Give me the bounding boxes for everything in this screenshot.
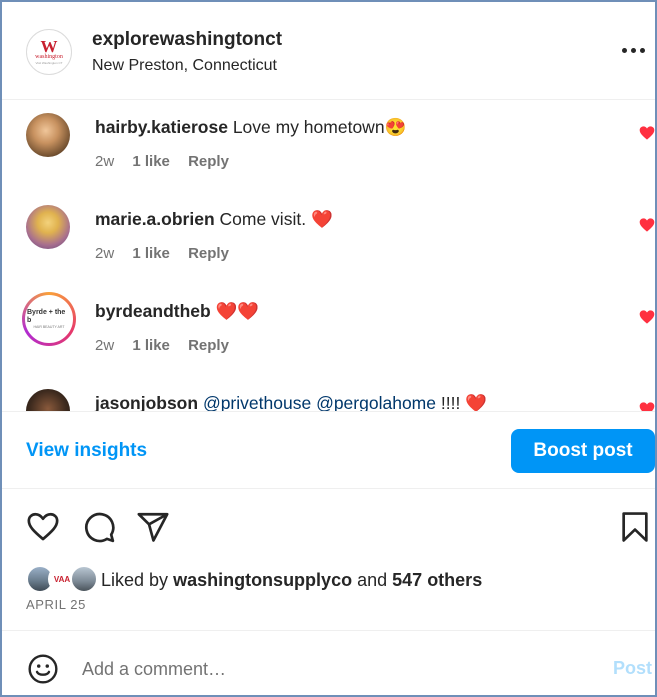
comment-mention[interactable]: @pergolahome — [316, 393, 436, 411]
avatar-logo: Byrde + the b HAIR BEAUTY ART — [25, 295, 73, 343]
liked-by-prefix: Liked by — [101, 570, 169, 590]
comment-meta: 2w 1 like Reply — [95, 245, 229, 262]
comment-text: jasonjobson @privethouse @pergolahome !!… — [95, 393, 487, 411]
comment-item: jasonjobson @privethouse @pergolahome !!… — [2, 377, 655, 411]
post-header: W washington Visit Washington CT explore… — [2, 2, 655, 100]
post-window: W washington Visit Washington CT explore… — [0, 0, 657, 697]
heart-icon[interactable] — [639, 310, 655, 324]
avatar-logo-line1: Byrde + the b — [27, 308, 66, 324]
avatar-text: VAA — [53, 574, 71, 584]
insights-bar: View insights Boost post — [2, 411, 655, 489]
comment-icon[interactable] — [82, 510, 116, 544]
reply-button[interactable]: Reply — [188, 337, 229, 354]
more-icon[interactable] — [622, 40, 648, 60]
avatar[interactable]: Byrde + the b HAIR BEAUTY ART — [22, 292, 76, 346]
comment-text: byrdeandtheb ❤️❤️ — [95, 301, 259, 322]
post-button[interactable]: Post — [613, 658, 652, 679]
heart-icon[interactable] — [639, 402, 655, 411]
comment-emoji: ❤️ — [310, 209, 333, 229]
comment-username[interactable]: marie.a.obrien — [95, 209, 215, 229]
liked-by-and: and — [357, 570, 388, 590]
comment-body: Love my hometown — [232, 117, 385, 137]
comment-item: marie.a.obrien Come visit. ❤️ 2w 1 like … — [2, 193, 655, 285]
comment-time: 2w — [95, 337, 115, 354]
reply-button[interactable]: Reply — [188, 153, 229, 170]
liked-by-others[interactable]: 547 others — [392, 570, 482, 590]
boost-post-button[interactable]: Boost post — [511, 429, 655, 473]
comment-username[interactable]: jasonjobson — [95, 393, 198, 411]
comment-text: marie.a.obrien Come visit. ❤️ — [95, 209, 333, 230]
comment-meta: 2w 1 like Reply — [95, 153, 229, 170]
comment-time: 2w — [95, 153, 115, 170]
comment-body: !!!! — [440, 393, 461, 411]
view-insights-link[interactable]: View insights — [26, 440, 147, 462]
avatar[interactable] — [26, 113, 70, 157]
comment-username[interactable]: byrdeandtheb — [95, 301, 211, 321]
reply-button[interactable]: Reply — [188, 245, 229, 262]
add-comment-bar: Post — [2, 630, 655, 695]
account-name[interactable]: explorewashingtonct — [92, 29, 282, 51]
comment-likes[interactable]: 1 like — [132, 153, 170, 170]
heart-icon[interactable] — [639, 126, 655, 140]
comment-text: hairby.katierose Love my hometown😍 — [95, 117, 406, 138]
comment-meta: 2w 1 like Reply — [95, 337, 229, 354]
logo-mark: W — [40, 36, 58, 56]
comments-list[interactable]: hairby.katierose Love my hometown😍 2w 1 … — [2, 101, 655, 411]
bookmark-icon[interactable] — [618, 510, 652, 544]
avatar — [70, 565, 98, 593]
comment-emoji: ❤️ — [465, 393, 487, 411]
comment-time: 2w — [95, 245, 115, 262]
comment-body: Come visit. — [219, 209, 307, 229]
comment-item: Byrde + the b HAIR BEAUTY ART byrdeandth… — [2, 285, 655, 377]
logo-subtext: Visit Washington CT — [35, 60, 63, 65]
logo-text: washington — [35, 53, 63, 60]
post-date: APRIL 25 — [26, 597, 86, 612]
heart-icon[interactable] — [26, 510, 60, 544]
comment-username[interactable]: hairby.katierose — [95, 117, 228, 137]
emoji-icon[interactable] — [27, 653, 59, 685]
liked-by-avatars[interactable]: VAA — [26, 565, 98, 593]
comment-likes[interactable]: 1 like — [132, 337, 170, 354]
comment-emoji: 😍 — [384, 117, 407, 137]
comment-mention[interactable]: @privethouse — [203, 393, 311, 411]
comment-item: hairby.katierose Love my hometown😍 2w 1 … — [2, 101, 655, 193]
comment-input[interactable] — [82, 655, 582, 683]
liked-by-user[interactable]: washingtonsupplyco — [173, 570, 352, 590]
location-link[interactable]: New Preston, Connecticut — [92, 57, 277, 75]
avatar[interactable] — [26, 389, 70, 411]
account-avatar[interactable]: W washington Visit Washington CT — [26, 29, 72, 75]
avatar-logo-line2: HAIR BEAUTY ART — [33, 324, 65, 329]
avatar[interactable] — [26, 205, 70, 249]
comment-emoji: ❤️❤️ — [215, 301, 260, 321]
share-icon[interactable] — [136, 510, 170, 544]
liked-by-text: Liked by washingtonsupplyco and 547 othe… — [101, 570, 482, 591]
comment-likes[interactable]: 1 like — [132, 245, 170, 262]
heart-icon[interactable] — [639, 218, 655, 232]
